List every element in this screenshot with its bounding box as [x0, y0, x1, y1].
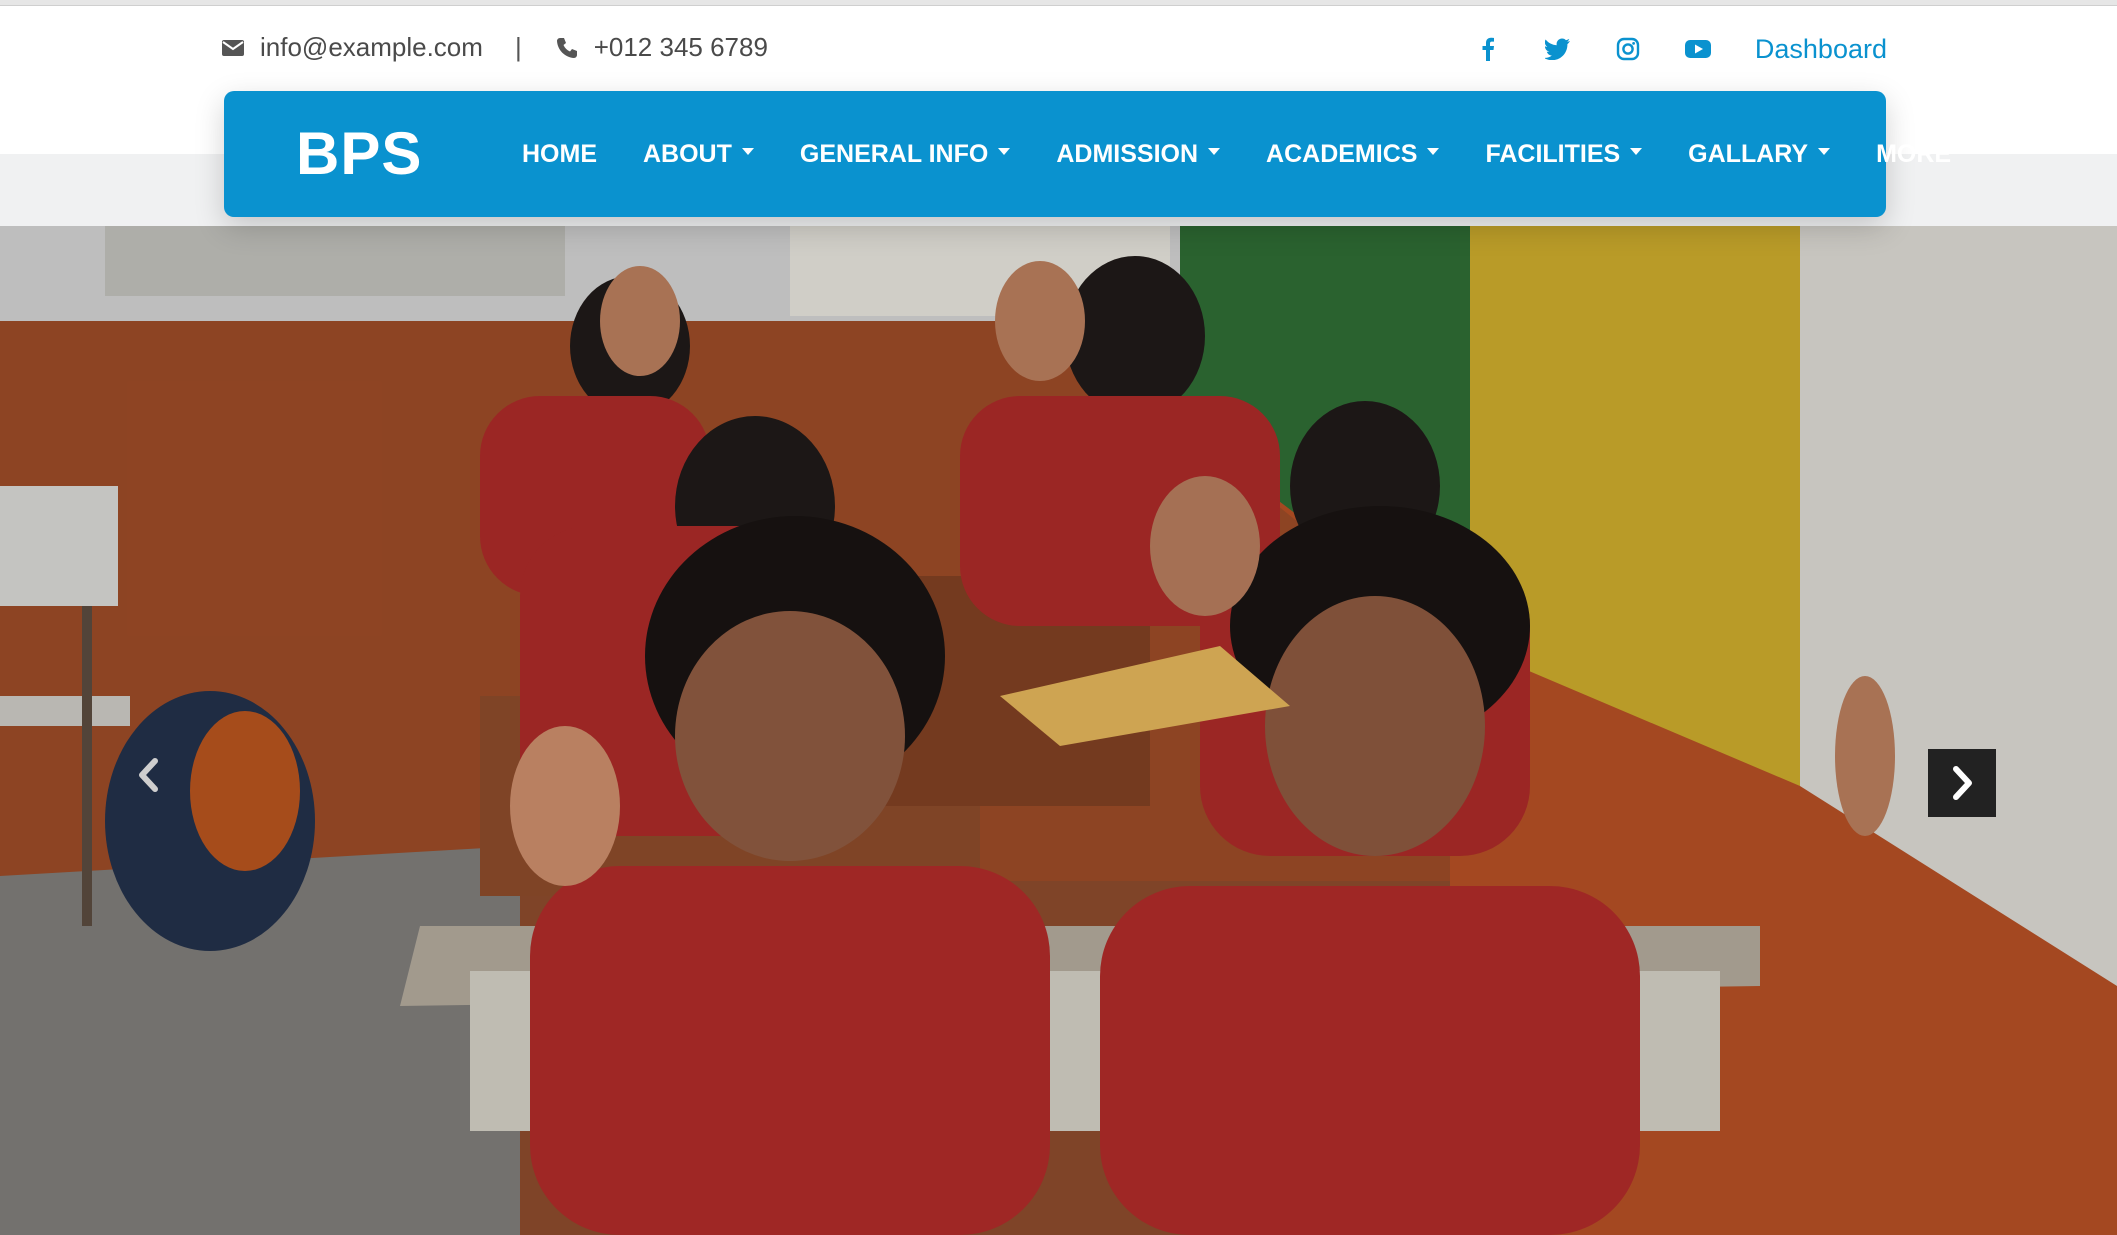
caret-down-icon	[741, 147, 754, 155]
caret-down-icon	[1427, 147, 1440, 155]
nav-item-admission[interactable]: ADMISSION	[1033, 140, 1243, 169]
hero-carousel	[0, 226, 2117, 1235]
envelope-icon	[220, 35, 246, 61]
hero-overlay	[0, 226, 2117, 1235]
facebook-icon[interactable]	[1471, 32, 1505, 66]
nav-item-about[interactable]: ABOUT	[620, 140, 777, 169]
chevron-left-icon	[139, 758, 158, 792]
nav-item-label: MORE	[1876, 139, 1952, 168]
brand-logo[interactable]: BPS	[296, 119, 422, 188]
twitter-icon[interactable]	[1541, 32, 1575, 66]
contact-separator: |	[514, 32, 522, 62]
phone-icon	[554, 35, 580, 61]
caret-down-icon	[1818, 147, 1831, 155]
nav-menu: HOME ABOUT GENERAL INFO ADMISSION ACADEM…	[499, 91, 1974, 217]
nav-item-label: HOME	[522, 139, 597, 168]
nav-item-facilities[interactable]: FACILITIES	[1462, 140, 1665, 169]
nav-item-gallary[interactable]: GALLARY	[1665, 140, 1853, 169]
dashboard-link[interactable]: Dashboard	[1755, 34, 1887, 65]
contact-email: info@example.com	[260, 32, 483, 62]
main-navbar: BPS HOME ABOUT GENERAL INFO ADMISSION AC…	[224, 91, 1951, 217]
carousel-next-button[interactable]	[1928, 749, 1996, 817]
chevron-right-icon	[1953, 766, 1972, 800]
carousel-prev-button[interactable]	[118, 743, 180, 807]
nav-item-label: GENERAL INFO	[799, 139, 989, 168]
nav-item-home[interactable]: HOME	[499, 140, 620, 169]
caret-down-icon	[1208, 147, 1221, 155]
nav-item-more[interactable]: MORE	[1853, 140, 1974, 169]
instagram-icon[interactable]	[1611, 32, 1645, 66]
nav-item-label: ADMISSION	[1056, 139, 1199, 168]
youtube-icon[interactable]	[1681, 32, 1715, 66]
nav-item-label: FACILITIES	[1485, 139, 1621, 168]
social-links: Dashboard	[1471, 32, 1887, 66]
contact-info: info@example.com | +012 345 6789	[220, 32, 768, 63]
contact-phone: +012 345 6789	[593, 32, 768, 62]
caret-down-icon	[1630, 147, 1643, 155]
nav-item-label: ACADEMICS	[1266, 139, 1418, 168]
caret-down-icon	[998, 147, 1011, 155]
nav-item-general-info[interactable]: GENERAL INFO	[777, 140, 1033, 169]
nav-item-label: ABOUT	[643, 139, 732, 168]
nav-item-academics[interactable]: ACADEMICS	[1243, 140, 1462, 169]
nav-item-label: GALLARY	[1688, 139, 1809, 168]
